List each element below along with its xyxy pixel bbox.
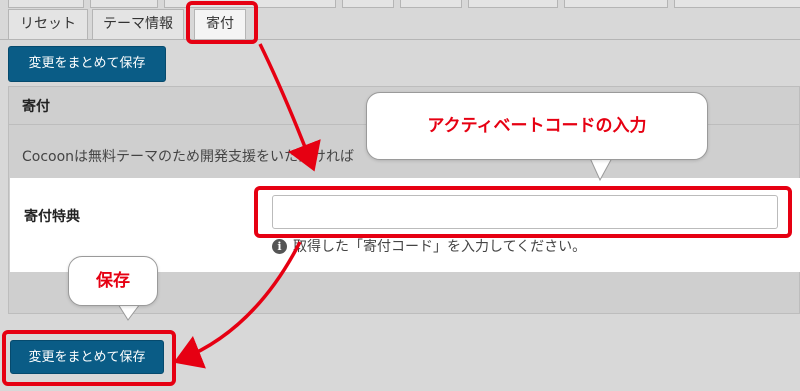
arrow-to-save [173,241,302,369]
annotation-arrows [117,43,613,369]
save-callout: 保存 [68,256,158,306]
callout-tail [117,303,141,321]
callout-tail [589,157,613,182]
activation-code-callout: アクティベートコードの入力 [366,92,708,160]
arrow-to-input [258,43,321,172]
